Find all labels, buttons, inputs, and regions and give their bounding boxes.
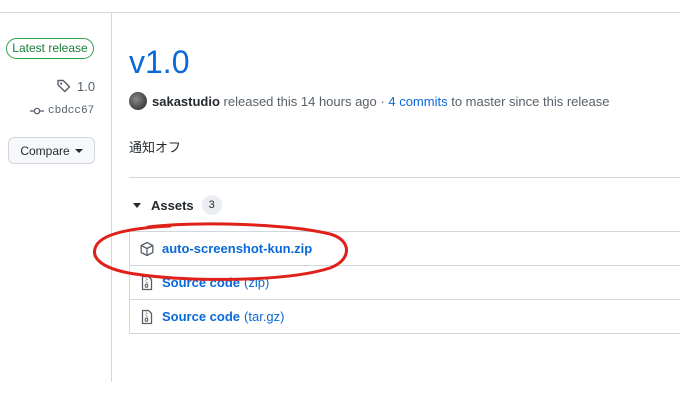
- release-sidebar: Latest release 1.0 cbdcc67 Compare: [0, 0, 113, 399]
- released-text: released this 14 hours ago: [223, 93, 377, 109]
- commits-link[interactable]: 4 commits: [388, 94, 447, 109]
- commit-sha: cbdcc67: [48, 105, 95, 117]
- tag-icon: [57, 79, 71, 93]
- tag-label: 1.0: [77, 78, 96, 94]
- file-zip-icon: [141, 309, 153, 324]
- release-meta: sakastudio released this 14 hours ago · …: [129, 92, 609, 110]
- asset-row-source-targz[interactable]: Source code (tar.gz): [130, 300, 680, 334]
- release-card: v1.0 sakastudio released this 14 hours a…: [129, 0, 680, 399]
- asset-extension[interactable]: (tar.gz): [244, 309, 284, 324]
- assets-toggle[interactable]: Assets 3: [129, 195, 222, 215]
- since-text: to master since this release: [451, 93, 610, 109]
- asset-name[interactable]: Source code: [162, 309, 240, 324]
- asset-row-source-zip[interactable]: Source code (zip): [130, 266, 680, 300]
- triangle-down-icon: [133, 202, 141, 208]
- latest-release-badge: Latest release: [6, 38, 94, 59]
- assets-heading: Assets: [151, 197, 194, 213]
- avatar[interactable]: [129, 92, 147, 110]
- release-title[interactable]: v1.0: [129, 44, 189, 81]
- timeline-divider: [111, 12, 112, 382]
- author-link[interactable]: sakastudio: [152, 94, 220, 109]
- assets-count-badge: 3: [201, 195, 222, 215]
- file-zip-icon: [141, 275, 153, 290]
- release-notes: 通知オフ: [129, 140, 182, 155]
- caret-down-icon: [74, 148, 83, 153]
- git-commit-icon: [30, 107, 44, 115]
- section-divider: [129, 177, 680, 178]
- asset-name[interactable]: Source code: [162, 275, 240, 290]
- asset-name[interactable]: auto-screenshot-kun.zip: [162, 241, 312, 256]
- tag-link[interactable]: 1.0: [56, 78, 95, 94]
- asset-extension[interactable]: (zip): [244, 275, 269, 290]
- compare-button[interactable]: Compare: [8, 137, 95, 164]
- compare-label: Compare: [20, 143, 70, 158]
- assets-list: auto-screenshot-kun.zip Source code (zip…: [129, 231, 680, 334]
- asset-row-zip[interactable]: auto-screenshot-kun.zip: [130, 232, 680, 266]
- commit-link[interactable]: cbdcc67: [30, 104, 94, 118]
- package-icon: [140, 241, 154, 256]
